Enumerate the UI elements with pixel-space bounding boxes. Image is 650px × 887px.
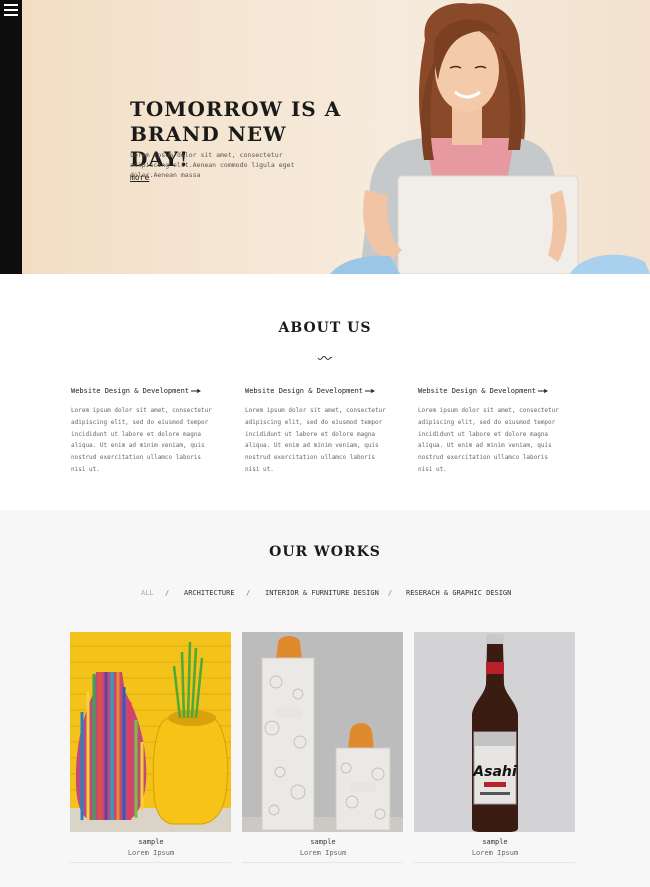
hamburger-menu-icon[interactable] (3, 3, 19, 17)
work-card-subtitle: Lorem Ipsum (471, 849, 519, 857)
hero-woman-laptop-image (330, 3, 650, 274)
arrow-right-icon (365, 389, 376, 393)
card-divider (414, 862, 575, 863)
work-card-title[interactable]: sample (70, 838, 232, 846)
about-column-heading-text: Website Design & Development (418, 387, 537, 395)
work-card-subtitle: Lorem Ipsum (299, 849, 347, 857)
works-section: OUR WORKS ALL / ARCHITECTURE / INTERIOR … (0, 510, 650, 887)
work-card[interactable]: sample Lorem Ipsum (70, 632, 232, 863)
about-column-text: Lorem ipsum dolor sit amet, consectetur … (71, 407, 212, 473)
arrow-right-icon (538, 389, 549, 393)
hero-section: TOMORROW IS A BRAND NEW DAY! Lorem ipsum… (0, 0, 650, 274)
squiggle-divider-icon (317, 356, 333, 360)
about-title: ABOUT US (278, 320, 372, 336)
filter-research-graphic[interactable]: RESERACH & GRAPHIC DESIGN (406, 589, 511, 597)
about-column-heading[interactable]: Website Design & Development (245, 386, 395, 396)
card-divider (70, 862, 231, 863)
work-card[interactable]: sample Lorem Ipsum (242, 632, 404, 863)
about-column-heading-text: Website Design & Development (71, 387, 190, 395)
card-divider (242, 862, 403, 863)
bread-bags-photo[interactable] (242, 632, 403, 832)
hero-more-link[interactable]: more (130, 173, 149, 182)
striped-vases-photo[interactable] (70, 632, 231, 832)
about-column-heading-text: Website Design & Development (245, 387, 364, 395)
hero-description: Lorem ipsum dolor sit amet, consectetur … (130, 151, 295, 179)
about-column-heading[interactable]: Website Design & Development (71, 386, 221, 396)
about-column-text: Lorem ipsum dolor sit amet, consectetur … (245, 407, 386, 473)
works-filter-bar: ALL / ARCHITECTURE / INTERIOR & FURNITUR… (0, 589, 650, 601)
work-card[interactable]: Asahi sample Lorem Ipsum (414, 632, 576, 863)
about-column: Website Design & Development Lorem ipsum… (71, 386, 221, 476)
filter-interior-furniture[interactable]: INTERIOR & FURNITURE DESIGN (265, 589, 379, 597)
bottle-label-text: Asahi (472, 764, 517, 780)
about-column: Website Design & Development Lorem ipsum… (245, 386, 395, 476)
filter-separator: / (246, 589, 251, 597)
works-title: OUR WORKS (269, 544, 381, 560)
about-column-text: Lorem ipsum dolor sit amet, consectetur … (418, 407, 559, 473)
filter-separator: / (165, 589, 170, 597)
filter-architecture[interactable]: ARCHITECTURE (184, 589, 235, 597)
about-column: Website Design & Development Lorem ipsum… (418, 386, 568, 476)
side-nav-bar (0, 0, 22, 274)
filter-separator: / (388, 589, 393, 597)
work-card-subtitle: Lorem Ipsum (127, 849, 175, 857)
about-column-heading[interactable]: Website Design & Development (418, 386, 568, 396)
work-card-title[interactable]: sample (242, 838, 404, 846)
work-card-title[interactable]: sample (414, 838, 576, 846)
beer-bottle-photo[interactable]: Asahi (414, 632, 575, 832)
hero-title-line-1: TOMORROW IS A (130, 97, 342, 121)
arrow-right-icon (191, 389, 202, 393)
filter-all[interactable]: ALL (141, 589, 154, 597)
